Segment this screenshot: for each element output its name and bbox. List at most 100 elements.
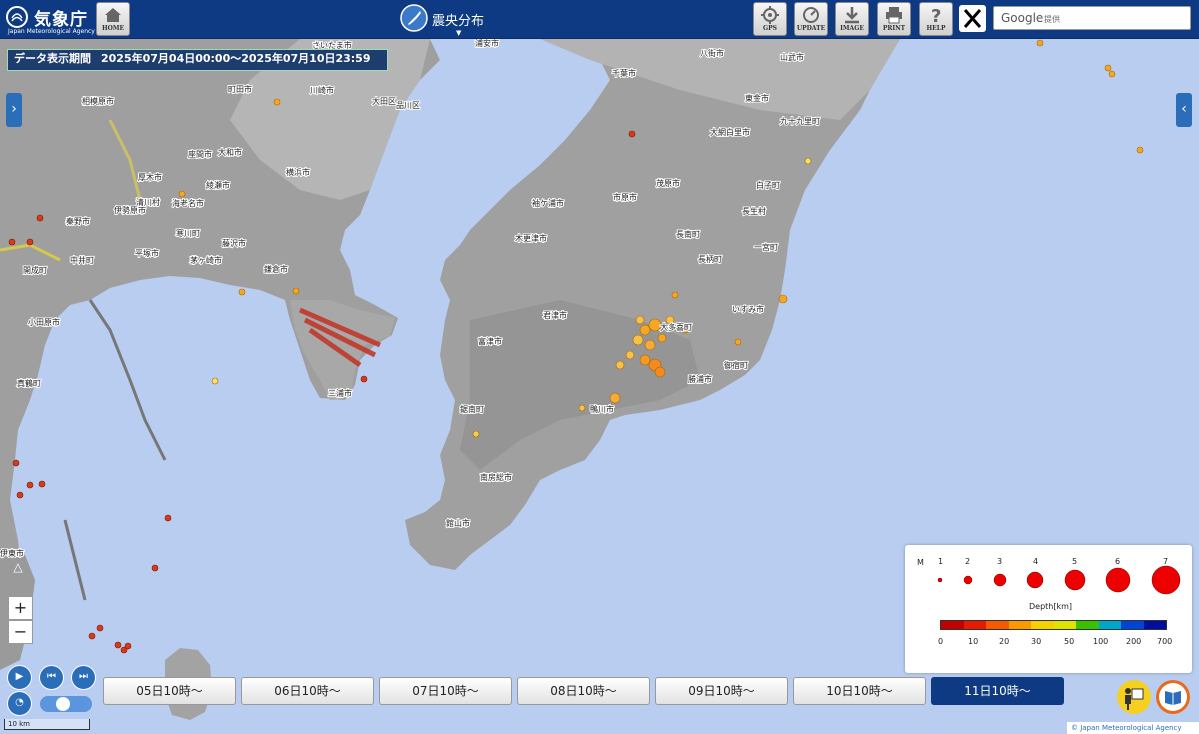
depth-tick: 30 [1031,637,1042,646]
header-bar: 気象庁 Japan Meteorological Agency HOME 震央分… [0,0,1199,39]
home-label: HOME [101,25,125,32]
place-label: 大網白里市 [710,127,750,137]
day-button[interactable]: 08日10時～ [517,677,650,705]
place-label: 鎌倉市 [264,264,288,274]
speed-icon: ◔ [15,697,24,708]
step-back-button[interactable]: ⏮ [39,665,64,690]
playback-toggle[interactable] [40,696,92,712]
gps-button[interactable]: GPS [753,2,787,36]
place-label: 鋸南町 [460,404,484,414]
toggle-knob [56,697,70,711]
play-icon: ▶ [15,671,24,682]
depth-color-segment [1121,621,1144,629]
chevron-right-icon: › [11,101,17,117]
mag-circle-4 [1026,571,1044,589]
page-title: 震央分布 [432,14,485,29]
scale-bar: 10 km [4,719,90,730]
x-logo-icon [963,9,982,28]
place-label: 中井町 [70,255,94,265]
place-label: 市原市 [613,192,637,202]
x-share-button[interactable] [959,5,986,32]
place-label: 町田市 [228,84,252,94]
place-label: 長柄町 [698,254,722,264]
magnitude-scale [937,565,1181,595]
depth-color-segment [1031,621,1054,629]
place-label: 東金市 [745,93,769,103]
update-label: UPDATE [796,25,826,32]
place-label: 勝浦市 [688,374,712,384]
google-search-input[interactable]: Google 提供 [993,6,1191,30]
depth-color-segment [1053,621,1076,629]
legend-panel: M 1 2 3 4 5 6 7 Depth[km] 0 10 20 30 50 … [905,545,1192,673]
explanation-button[interactable] [1117,680,1151,714]
day-button[interactable]: 09日10時～ [655,677,788,705]
day-button[interactable]: 05日10時～ [103,677,236,705]
mag-circle-3 [993,573,1007,587]
place-label: 館山市 [446,518,470,528]
day-button[interactable]: 06日10時～ [241,677,374,705]
zoom-out-button[interactable]: − [8,620,33,644]
left-panel-toggle[interactable]: › [6,93,22,127]
depth-color-bar [940,620,1167,630]
place-label: 一宮町 [754,242,778,252]
mag-circle-2 [963,575,973,585]
place-label: 山武市 [780,52,804,62]
print-button[interactable]: PRINT [877,2,911,36]
place-label: 長生村 [742,206,766,216]
depth-tick: 200 [1126,637,1142,646]
question-icon: ? [931,6,941,25]
update-button[interactable]: UPDATE [794,2,828,36]
depth-color-segment [1143,621,1166,629]
speed-button[interactable]: ◔ [7,691,32,716]
help-label: HELP [926,25,946,32]
depth-color-segment [941,621,964,629]
home-icon [105,8,121,22]
play-button[interactable]: ▶ [7,665,32,690]
depth-color-segment [963,621,986,629]
place-label: 御宿町 [724,360,748,370]
place-label: 清川村 [136,197,160,207]
place-label: 長南町 [676,229,700,239]
right-panel-toggle[interactable]: ‹ [1176,93,1192,127]
place-label: 九十九里町 [780,116,820,126]
logo-english: Japan Meteorological Agency [8,28,95,35]
zoom-in-button[interactable]: + [8,596,33,620]
place-label: 八街市 [700,48,724,58]
place-label: 茂原市 [656,178,680,188]
terrain-icon[interactable]: △ [8,560,28,580]
place-label: 真鶴町 [17,378,41,388]
day-button[interactable]: 10日10時～ [793,677,926,705]
place-label: 平塚市 [135,248,159,258]
download-icon [845,7,859,24]
jma-logo-icon [6,6,28,28]
crosshair-icon [761,6,779,24]
place-label: 寒川町 [176,228,200,238]
place-label: 相模原市 [82,96,114,106]
place-label: 小田原市 [28,317,60,327]
data-period-label: データ表示期間 [14,52,91,65]
person-board-icon [1125,688,1144,710]
place-label: 開成町 [23,265,47,275]
jma-logo[interactable]: 気象庁 Japan Meteorological Agency [6,5,95,35]
day-button[interactable]: 07日10時～ [379,677,512,705]
data-period-banner: データ表示期間 2025年07月04日00:00～2025年07月10日23:59 [7,49,388,71]
guide-book-button[interactable] [1156,680,1190,714]
help-button[interactable]: ? HELP [919,2,953,36]
place-label: 三浦市 [328,388,352,398]
printer-icon [886,7,902,24]
place-label: 大田区 [372,96,396,106]
page-title-menu[interactable]: 震央分布 ▼ [400,4,520,37]
place-label: 富津市 [478,336,502,346]
day-button-active[interactable]: 11日10時～ [931,677,1064,705]
print-label: PRINT [882,25,906,32]
image-button[interactable]: IMAGE [835,2,869,36]
google-brand: Google [1001,11,1044,25]
home-button[interactable]: HOME [96,2,130,36]
place-label: 君津市 [543,310,567,320]
place-label: 横浜市 [286,167,310,177]
refresh-icon [803,7,819,23]
image-label: IMAGE [840,25,864,32]
gps-label: GPS [763,25,777,32]
copyright: © Japan Meteorological Agency [1067,722,1199,734]
step-forward-button[interactable]: ⏭ [71,665,96,690]
